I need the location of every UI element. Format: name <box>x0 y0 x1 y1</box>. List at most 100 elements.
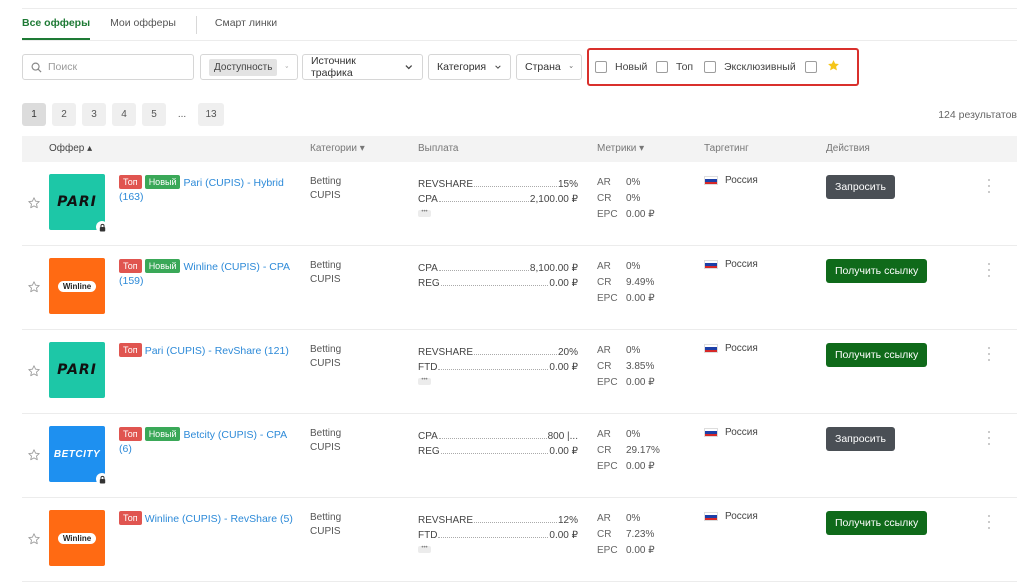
favorite-star-icon[interactable] <box>27 532 41 546</box>
category-betting: Betting <box>310 176 342 187</box>
offer-targeting: Россия <box>704 175 758 186</box>
search-icon <box>31 62 42 73</box>
metric-cr: 0% <box>626 193 641 204</box>
offer-logo: Winline <box>49 510 105 566</box>
payout-value: 20% <box>557 347 578 358</box>
offer-link[interactable]: Winline (CUPIS) - RevShare (5) <box>145 513 293 525</box>
offer-payout: REVSHARE 15% CPA 2,100.00 ₽ ••• <box>418 175 578 217</box>
page-1[interactable]: 1 <box>22 103 46 126</box>
get-link-button[interactable]: Получить ссылку <box>826 259 928 283</box>
page-13[interactable]: 13 <box>198 103 224 126</box>
traffic-source-select[interactable]: Источник трафика <box>302 54 423 80</box>
metric-cr-label: CR <box>597 193 612 204</box>
metric-ar-label: AR <box>597 177 611 188</box>
star-filled-icon <box>828 60 839 71</box>
metric-cr-label: CR <box>597 361 612 372</box>
payout-line: REG 0.00 ₽ <box>418 442 578 457</box>
tab-divider <box>195 16 197 34</box>
tab-my-offers[interactable]: Мои офферы <box>110 10 176 40</box>
country-select[interactable]: Страна <box>516 54 582 80</box>
metric-epc-label: EPC <box>597 545 618 556</box>
metric-ar-label: AR <box>597 429 611 440</box>
favorite-star-icon[interactable] <box>27 280 41 294</box>
header-metrics[interactable]: Метрики ▾ <box>597 143 644 154</box>
exclusive-checkbox[interactable] <box>704 61 716 73</box>
favorite-star-icon[interactable] <box>27 196 41 210</box>
filter-top[interactable]: Топ <box>656 54 693 80</box>
offer-link[interactable]: Pari (CUPIS) - Hybrid (163) <box>119 177 284 203</box>
metric-epc-label: EPC <box>597 461 618 472</box>
request-button[interactable]: Запросить <box>826 427 895 451</box>
get-link-button[interactable]: Получить ссылку <box>826 343 928 367</box>
tabs-bar: Все офферы Мои офферы Смарт линки <box>22 10 297 40</box>
favorite-star-icon[interactable] <box>27 364 41 378</box>
top-checkbox[interactable] <box>656 61 668 73</box>
offer-title: Топ Новый Pari (CUPIS) - Hybrid (163) <box>119 175 299 204</box>
page-3[interactable]: 3 <box>82 103 106 126</box>
row-menu-icon[interactable] <box>986 263 992 277</box>
metric-epc: 0.00 ₽ <box>626 293 655 304</box>
search-box[interactable] <box>22 54 194 80</box>
exclusive-label: Эксклюзивный <box>724 61 796 73</box>
more-payouts-button[interactable]: ••• <box>418 377 431 385</box>
more-payouts-button[interactable]: ••• <box>418 545 431 553</box>
row-menu-icon[interactable] <box>986 347 992 361</box>
metric-epc: 0.00 ₽ <box>626 545 655 556</box>
payout-line: REVSHARE 20% <box>418 343 578 358</box>
availability-select[interactable]: Доступность <box>200 54 298 80</box>
availability-chip: Доступность <box>209 58 278 76</box>
page-5[interactable]: 5 <box>142 103 166 126</box>
offer-payout: CPA 8,100.00 ₽ REG 0.00 ₽ <box>418 259 578 289</box>
offer-metrics: AR 0% CR 3.85% EPC 0.00 ₽ <box>597 343 655 391</box>
offer-categories: Betting CUPIS <box>310 511 341 539</box>
metric-cr: 29.17% <box>626 445 660 456</box>
offer-categories: Betting CUPIS <box>310 175 341 203</box>
new-checkbox[interactable] <box>595 61 607 73</box>
table-header: Оффер ▴ Категории ▾ Выплата Метрики ▾ Та… <box>22 136 1017 162</box>
targeting-country: Россия <box>725 175 758 186</box>
targeting-country: Россия <box>725 259 758 270</box>
offer-title: Топ Новый Winline (CUPIS) - CPA (159) <box>119 259 299 288</box>
category-select[interactable]: Категория <box>428 54 511 80</box>
request-button[interactable]: Запросить <box>826 175 895 199</box>
results-count: 124 результатов <box>938 109 1017 121</box>
payout-value: 0.00 ₽ <box>549 362 578 373</box>
page-4[interactable]: 4 <box>112 103 136 126</box>
header-categories[interactable]: Категории ▾ <box>310 143 365 154</box>
payout-type: REG <box>418 446 440 457</box>
filter-new[interactable]: Новый <box>595 54 647 80</box>
metric-cr: 9.49% <box>626 277 655 288</box>
traffic-source-label: Источник трафика <box>311 55 356 79</box>
metric-ar: 0% <box>626 177 641 188</box>
metric-cr-label: CR <box>597 277 612 288</box>
page-2[interactable]: 2 <box>52 103 76 126</box>
row-menu-icon[interactable] <box>986 515 992 529</box>
filter-favorite[interactable] <box>805 54 840 80</box>
tab-smart-links[interactable]: Смарт линки <box>215 10 277 40</box>
header-offer[interactable]: Оффер ▴ <box>49 143 92 154</box>
row-menu-icon[interactable] <box>986 179 992 193</box>
payout-type: CPA <box>418 431 438 442</box>
table-row: PARI Топ Новый Pari (CUPIS) - Hybrid (163) B… <box>22 162 1017 246</box>
filter-exclusive[interactable]: Эксклюзивный <box>704 54 796 80</box>
category-cupis: CUPIS <box>310 442 341 453</box>
favorite-star-icon[interactable] <box>27 448 41 462</box>
offer-metrics: AR 0% CR 9.49% EPC 0.00 ₽ <box>597 259 655 307</box>
favorite-checkbox[interactable] <box>805 61 817 73</box>
metric-cr-label: CR <box>597 445 612 456</box>
metric-ar: 0% <box>626 429 641 440</box>
metric-epc: 0.00 ₽ <box>626 461 655 472</box>
offer-link[interactable]: Pari (CUPIS) - RevShare (121) <box>145 345 289 357</box>
tab-all-offers[interactable]: Все офферы <box>22 10 91 40</box>
row-menu-icon[interactable] <box>986 431 992 445</box>
get-link-button[interactable]: Получить ссылку <box>826 511 928 535</box>
category-cupis: CUPIS <box>310 274 341 285</box>
offer-logo: Winline <box>49 258 105 314</box>
more-payouts-button[interactable]: ••• <box>418 209 431 217</box>
offer-logo: PARI <box>49 342 105 398</box>
russia-flag-icon <box>704 176 718 185</box>
offer-categories: Betting CUPIS <box>310 259 341 287</box>
metric-epc: 0.00 ₽ <box>626 209 655 220</box>
search-input[interactable] <box>48 61 178 73</box>
metric-epc-label: EPC <box>597 293 618 304</box>
